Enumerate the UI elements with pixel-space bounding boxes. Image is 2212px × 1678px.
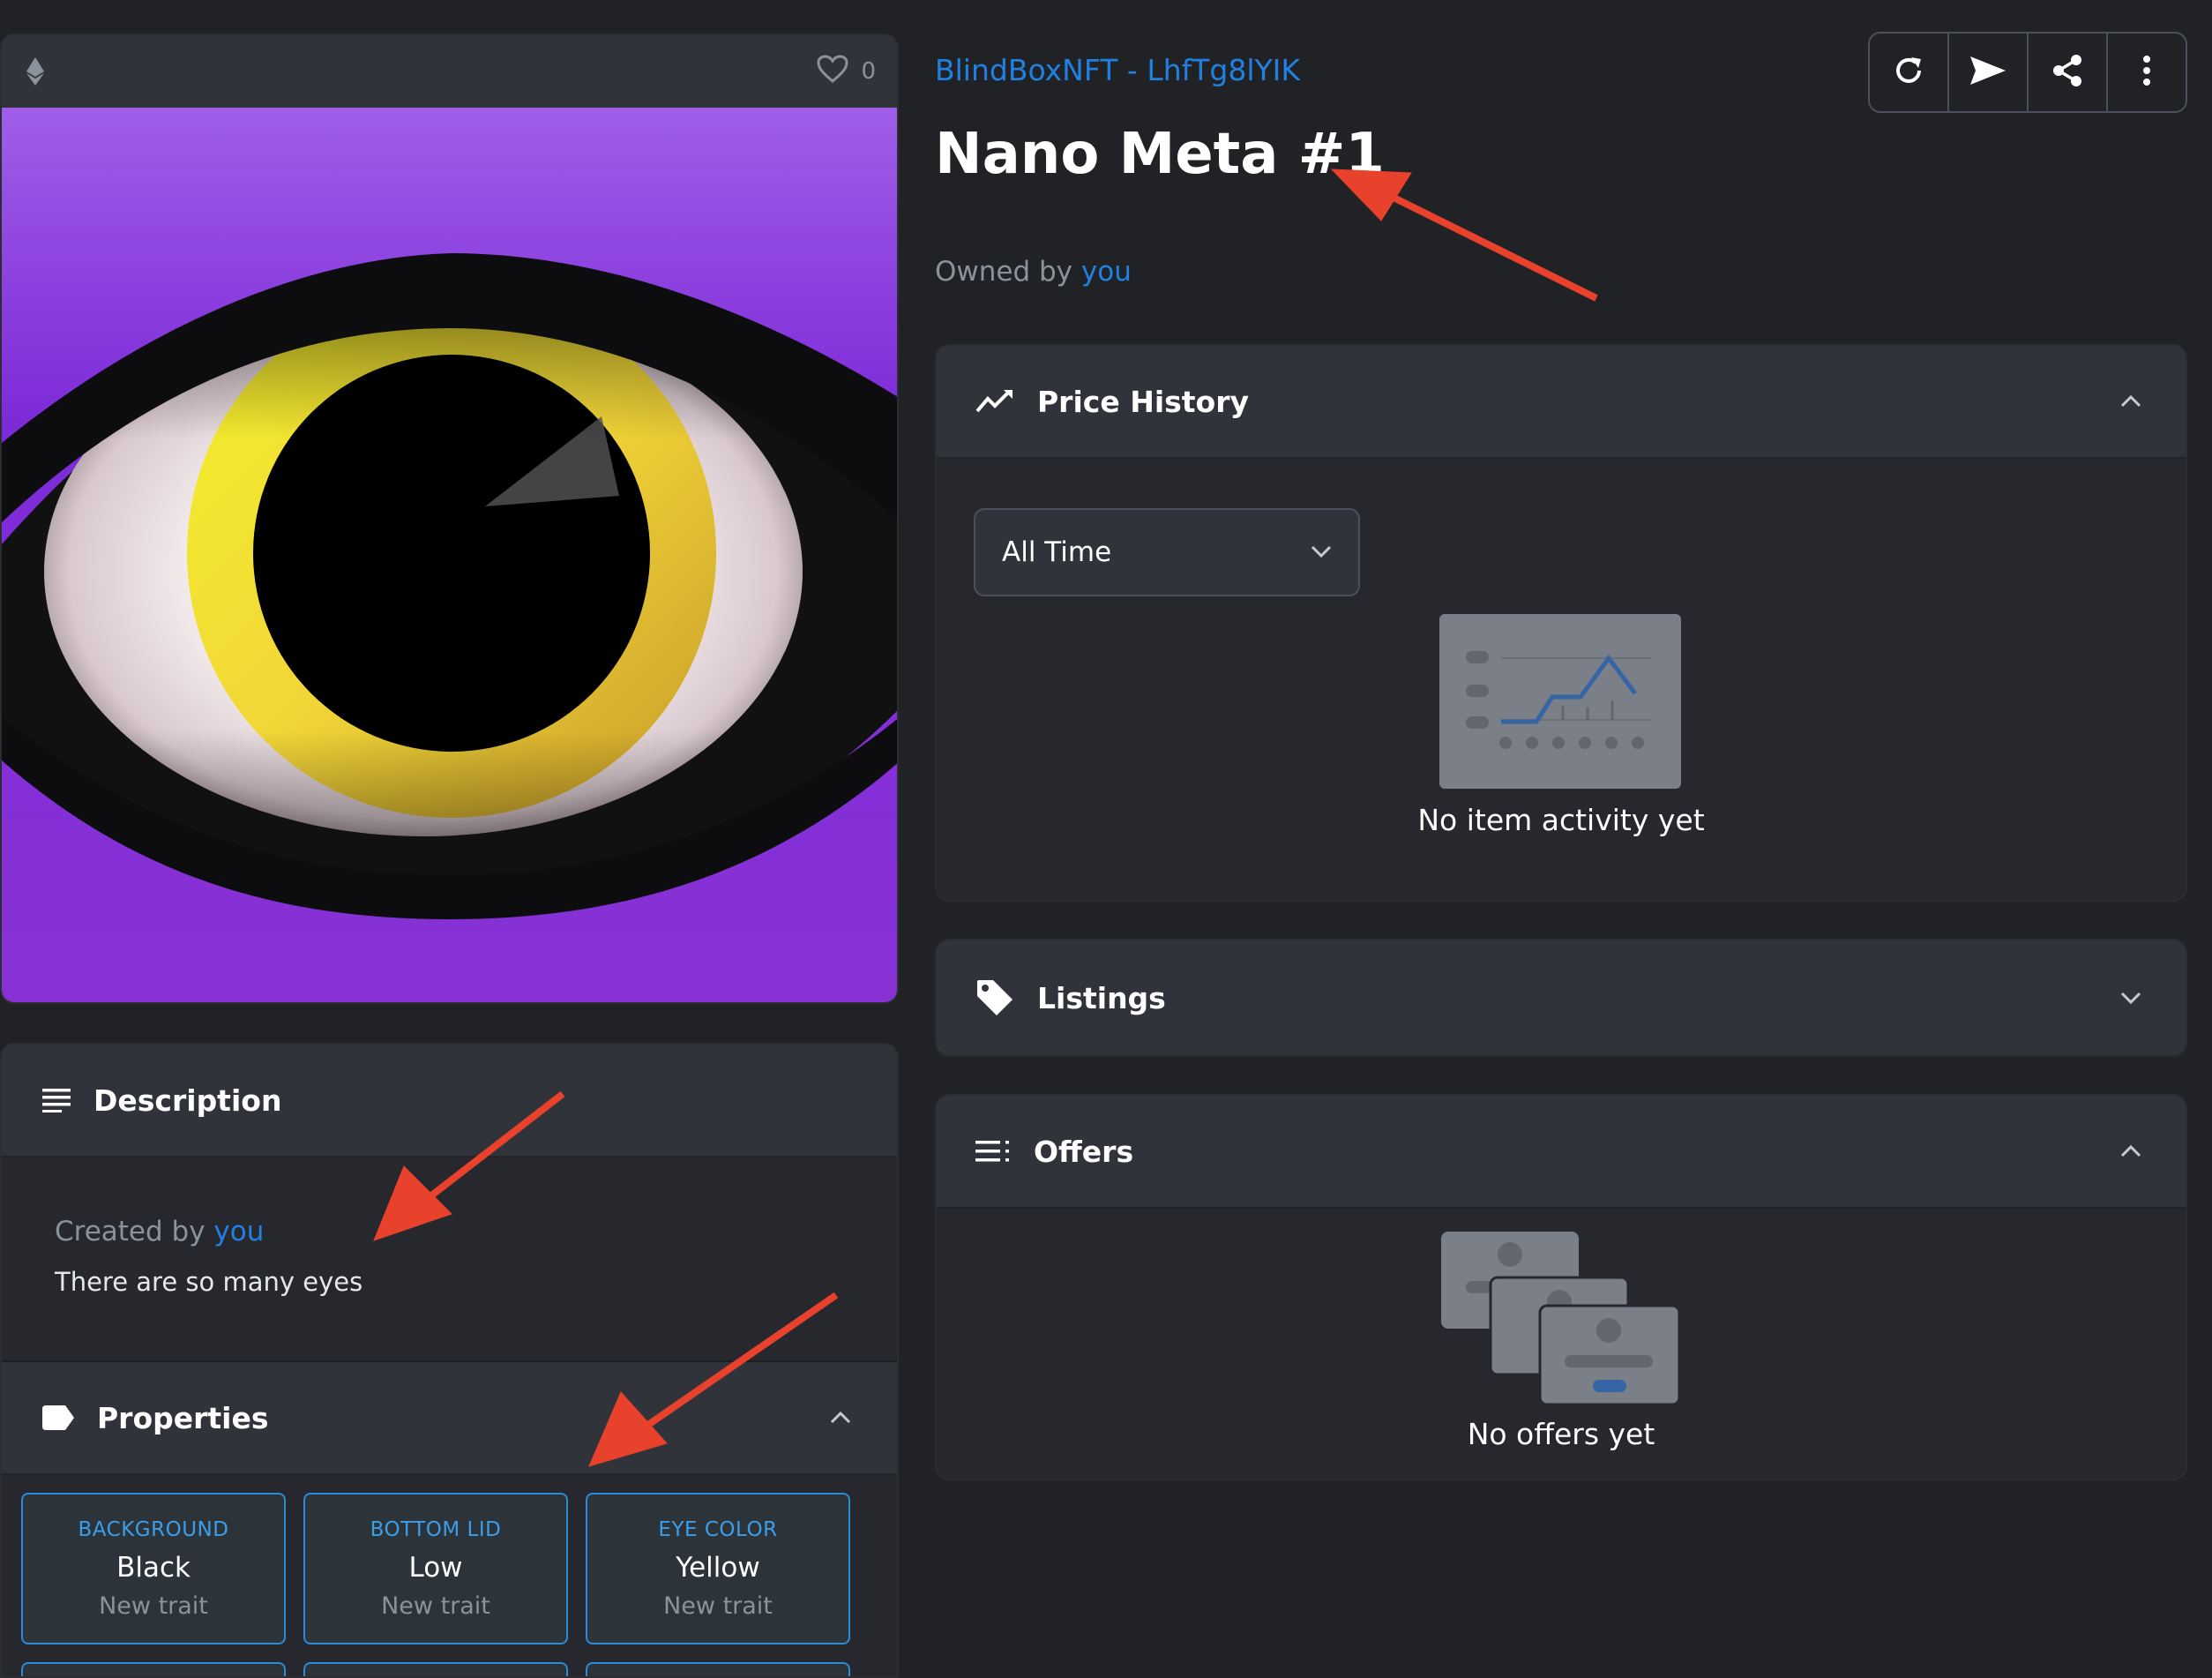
listings-title: Listings — [1037, 980, 1166, 1015]
created-by: Created by you — [55, 1216, 844, 1247]
trait-rarity: New trait — [381, 1592, 490, 1620]
trait-card-partial[interactable] — [21, 1662, 286, 1676]
ethereum-icon — [26, 57, 44, 86]
offers-empty-text: No offers yet — [1467, 1417, 1655, 1451]
chevron-down-icon[interactable] — [2120, 992, 2141, 1004]
trait-value: Black — [116, 1551, 191, 1584]
properties-header[interactable]: Properties — [2, 1362, 897, 1475]
owner-link[interactable]: you — [1081, 256, 1132, 288]
trait-background[interactable]: BACKGROUND Black New trait — [21, 1493, 286, 1644]
price-history-body: All Time No item activity yet — [937, 459, 2186, 900]
refresh-icon — [1892, 54, 1925, 91]
chevron-up-icon[interactable] — [2120, 395, 2141, 408]
properties-title: Properties — [97, 1400, 269, 1435]
item-actions — [1868, 32, 2187, 113]
nft-image[interactable] — [2, 108, 897, 1002]
owned-by: Owned by you — [935, 256, 1132, 288]
trait-type: BACKGROUND — [78, 1517, 229, 1541]
time-range-select[interactable]: All Time — [974, 508, 1360, 596]
description-body: Created by you There are so many eyes — [2, 1157, 897, 1362]
listings-header[interactable]: Listings — [937, 940, 2186, 1055]
more-icon — [2142, 55, 2151, 90]
time-range-value: All Time — [1002, 536, 1112, 568]
trait-bottom-lid[interactable]: BOTTOM LID Low New trait — [303, 1493, 568, 1644]
share-button[interactable] — [2029, 34, 2108, 111]
price-tag-icon — [975, 978, 1014, 1017]
transfer-button[interactable] — [1949, 34, 2029, 111]
list-icon — [975, 1139, 1011, 1164]
trait-value: Yellow — [676, 1551, 760, 1584]
offers-placeholder-illustration — [1439, 1230, 1681, 1410]
trait-rarity: New trait — [99, 1592, 208, 1620]
description-card: Description Created by you There are so … — [0, 1043, 899, 1678]
description-title: Description — [93, 1082, 282, 1118]
chart-placeholder-illustration — [1439, 614, 1681, 792]
price-history-header[interactable]: Price History — [937, 346, 2186, 459]
trait-card-partial[interactable] — [303, 1662, 568, 1676]
refresh-button[interactable] — [1870, 34, 1949, 111]
description-header[interactable]: Description — [2, 1045, 897, 1157]
properties-list: BACKGROUND Black New trait BOTTOM LID Lo… — [2, 1475, 897, 1676]
item-title: Nano Meta #1 — [935, 122, 1385, 187]
offers-panel: Offers No offers yet — [935, 1094, 2187, 1480]
nft-item-page: 0 Description Created by you There are s… — [0, 0, 2212, 1678]
media-card: 0 — [0, 34, 899, 1004]
offers-title: Offers — [1034, 1134, 1134, 1169]
trait-rarity: New trait — [663, 1592, 773, 1620]
trending-icon — [975, 388, 1014, 415]
price-history-panel: Price History All Time No item activity … — [935, 344, 2187, 902]
trait-type: EYE COLOR — [658, 1517, 778, 1541]
owned-by-label: Owned by — [935, 256, 1073, 288]
more-options-button[interactable] — [2108, 34, 2186, 111]
price-history-title: Price History — [1037, 384, 1250, 419]
media-header: 0 — [2, 35, 897, 108]
chevron-down-icon — [1311, 544, 1332, 561]
chevron-up-icon[interactable] — [830, 1412, 851, 1424]
trait-card-partial[interactable] — [586, 1662, 850, 1676]
favorite-button[interactable]: 0 — [817, 54, 876, 89]
share-icon — [2050, 53, 2085, 92]
like-count: 0 — [861, 58, 876, 85]
listings-panel: Listings — [935, 939, 2187, 1057]
description-icon — [42, 1088, 71, 1112]
offers-body: No offers yet — [937, 1209, 2186, 1479]
send-icon — [1969, 55, 2007, 90]
price-history-empty-text: No item activity yet — [1417, 803, 1705, 837]
heart-icon — [817, 54, 848, 89]
created-by-label: Created by — [55, 1216, 206, 1247]
description-text: There are so many eyes — [55, 1267, 363, 1297]
collection-link[interactable]: BlindBoxNFT - LhfTg8lYIK — [935, 53, 1300, 87]
trait-value: Low — [408, 1551, 463, 1584]
trait-type: BOTTOM LID — [370, 1517, 502, 1541]
offers-header[interactable]: Offers — [937, 1096, 2186, 1209]
tag-icon — [42, 1405, 74, 1430]
creator-link[interactable]: you — [213, 1216, 264, 1247]
chevron-up-icon[interactable] — [2120, 1145, 2141, 1157]
trait-eye-color[interactable]: EYE COLOR Yellow New trait — [586, 1493, 850, 1644]
